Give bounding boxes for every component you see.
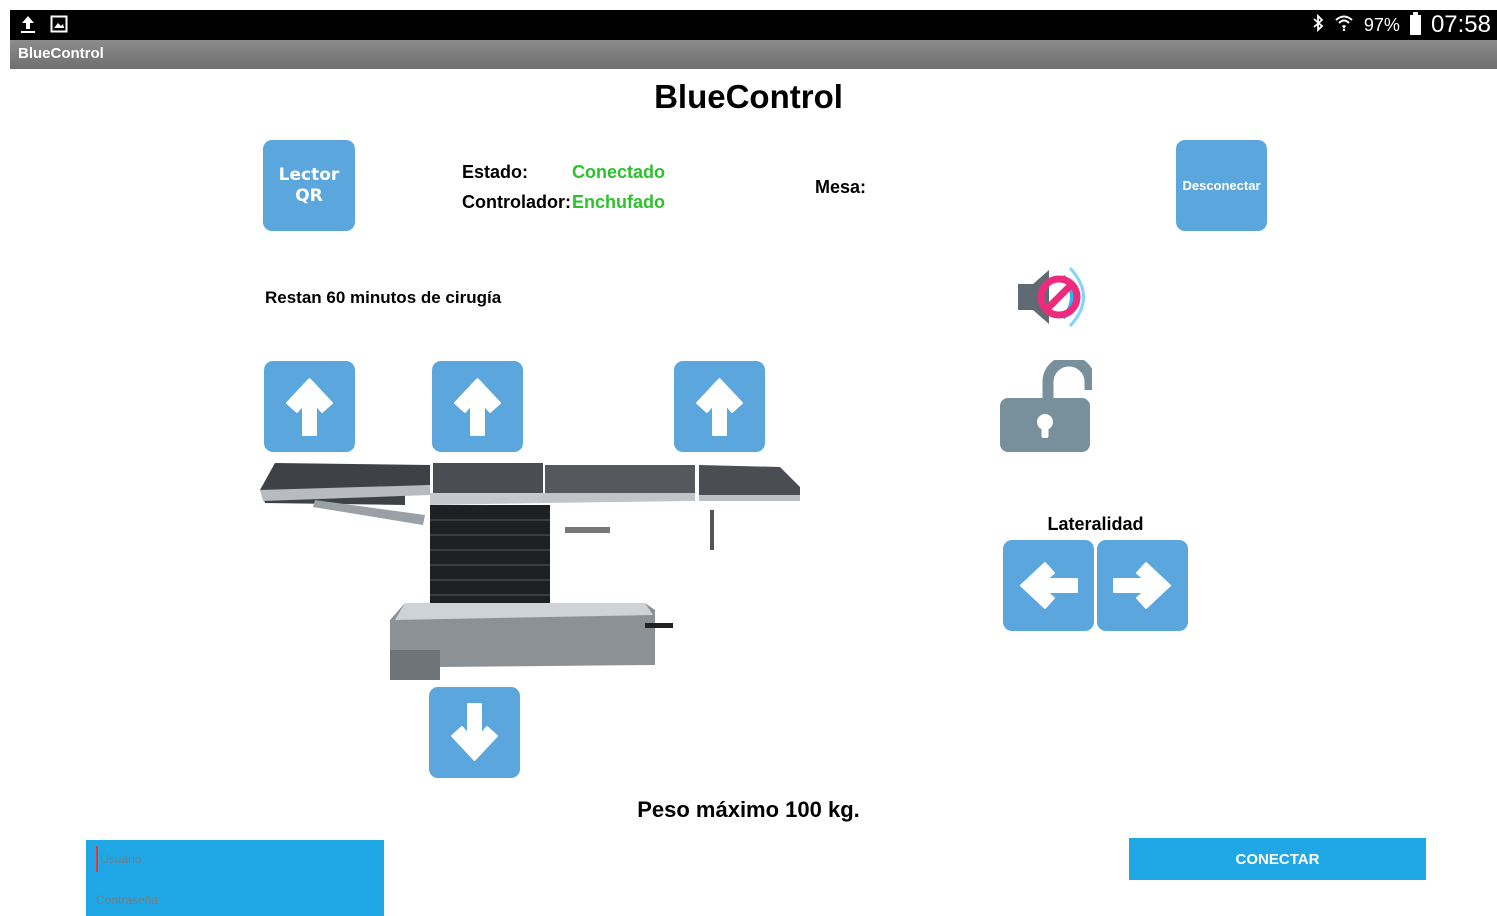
qr-reader-line2: QR (295, 185, 323, 206)
battery-icon (1409, 12, 1421, 35)
qr-reader-button[interactable]: Lector QR (263, 140, 355, 231)
arrow-right-icon (1113, 562, 1171, 609)
tilt-right-button[interactable] (1097, 540, 1188, 631)
titlebar-title: BlueControl (18, 45, 104, 62)
arrow-up-icon (286, 378, 333, 436)
arrow-up-icon (454, 378, 501, 436)
mesa-label: Mesa: (815, 177, 867, 197)
lock-open-icon[interactable] (998, 360, 1092, 454)
upload-icon (20, 14, 36, 39)
app-titlebar: BlueControl (10, 40, 1497, 69)
password-input[interactable] (96, 887, 366, 913)
arrow-up-icon (696, 378, 743, 436)
qr-reader-line1: Lector (278, 164, 340, 185)
top-strip (0, 0, 1497, 10)
status-bar: 97% 07:58 (10, 10, 1497, 40)
username-input[interactable] (96, 846, 366, 872)
estado-label: Estado: (462, 162, 529, 182)
max-weight-text: Peso máximo 100 kg. (637, 797, 860, 822)
back-up-button[interactable] (432, 361, 523, 452)
table-down-button[interactable] (429, 687, 520, 778)
bluetooth-icon (1312, 13, 1324, 37)
image-icon (50, 15, 68, 38)
operating-table-image (260, 463, 800, 680)
controlador-label: Controlador: (462, 192, 571, 212)
head-up-button[interactable] (264, 361, 355, 452)
legs-up-button[interactable] (674, 361, 765, 452)
controlador-value: Enchufado (572, 192, 665, 212)
laterality-label: Lateralidad (1047, 514, 1144, 534)
speaker-muted-icon[interactable] (1015, 262, 1095, 332)
disconnect-button[interactable]: Desconectar (1176, 140, 1267, 231)
connect-button[interactable]: CONECTAR (1129, 838, 1426, 880)
arrow-down-icon (451, 703, 498, 761)
login-panel (86, 840, 384, 916)
page-title: BlueControl (654, 78, 843, 115)
estado-value: Conectado (572, 162, 666, 182)
clock: 07:58 (1430, 11, 1491, 38)
battery-percent: 97% (1363, 14, 1400, 35)
wifi-icon (1334, 14, 1354, 37)
surgery-remaining-text: Restan 60 minutos de cirugía (265, 288, 502, 307)
tilt-left-button[interactable] (1003, 540, 1094, 631)
arrow-left-icon (1020, 562, 1078, 609)
